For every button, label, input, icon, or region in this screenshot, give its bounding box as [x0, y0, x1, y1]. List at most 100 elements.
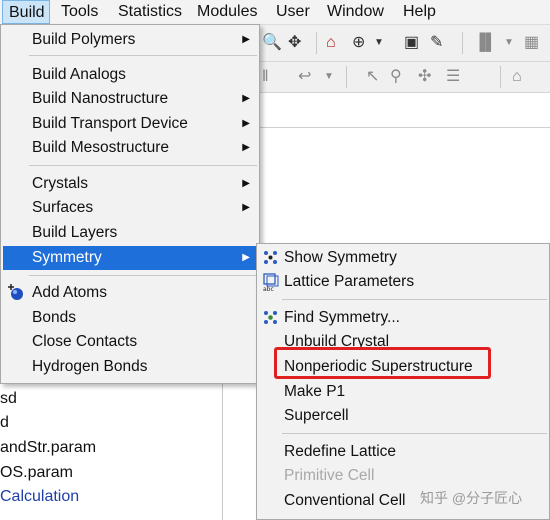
- submenu-arrow-icon: ▶: [242, 142, 250, 153]
- menu-separator: [282, 299, 547, 300]
- toolbar-separator: [346, 66, 347, 88]
- menu-separator: [29, 275, 257, 276]
- toolbar-separator: [500, 66, 501, 88]
- submenu-arrow-icon: ▶: [242, 202, 250, 213]
- menu-item-label: Show Symmetry: [284, 249, 397, 266]
- menu-item-label: Build Analogs: [32, 66, 126, 83]
- annotation-highlight-box: [274, 347, 491, 379]
- menu-item-hydrogen-bonds[interactable]: Hydrogen Bonds: [1, 355, 259, 379]
- menu-item-label: Redefine Lattice: [284, 443, 397, 460]
- project-file[interactable]: d: [0, 414, 9, 432]
- menu-separator: [29, 165, 257, 166]
- menu-statistics[interactable]: Statistics: [118, 0, 182, 24]
- chevron-down-icon[interactable]: ▼: [324, 67, 334, 87]
- rotate-icon[interactable]: ⊕: [352, 33, 365, 53]
- home-icon[interactable]: ⌂: [326, 33, 336, 53]
- project-file[interactable]: OS.param: [0, 464, 73, 482]
- menu-item-bonds[interactable]: Bonds: [1, 306, 259, 330]
- menu-item-show-symmetry[interactable]: Show Symmetry: [257, 246, 549, 270]
- menu-item-build-nanostructure[interactable]: Build Nanostructure ▶: [1, 87, 259, 111]
- menu-item-label: Make P1: [284, 383, 346, 400]
- chevron-down-icon[interactable]: ▼: [504, 33, 514, 53]
- menu-item-lattice-parameters[interactable]: abc Lattice Parameters: [257, 270, 549, 294]
- columns-icon[interactable]: ‖: [262, 67, 269, 87]
- home-icon[interactable]: ⌂: [512, 67, 522, 87]
- menu-item-label: Supercell: [284, 407, 349, 424]
- chart-icon[interactable]: ▐▌: [474, 33, 497, 53]
- menu-modules[interactable]: Modules: [197, 0, 257, 24]
- menu-item-label: Build Transport Device: [32, 115, 188, 132]
- submenu-arrow-icon: ▶: [242, 93, 250, 104]
- menu-item-crystals[interactable]: Crystals ▶: [1, 172, 259, 196]
- menu-item-label: Primitive Cell: [284, 467, 375, 484]
- toolbar-top: 🔍 ✥ ⌂ ⊕ ▼ ▣ ✎ ▐▌ ▼ ▦: [258, 25, 550, 62]
- menu-item-supercell[interactable]: Supercell: [257, 404, 549, 428]
- menu-separator: [282, 433, 547, 434]
- watermark-text: 知乎 @分子匠心: [420, 490, 523, 506]
- submenu-arrow-icon: ▶: [242, 178, 250, 189]
- submenu-arrow-icon: ▶: [242, 118, 250, 129]
- menu-item-close-contacts[interactable]: Close Contacts: [1, 330, 259, 354]
- project-panel: sd d andStr.param OS.param Calculation: [0, 380, 223, 520]
- properties-icon[interactable]: ✎: [430, 33, 443, 53]
- pan-icon[interactable]: ✥: [288, 33, 301, 53]
- menu-help[interactable]: Help: [403, 0, 436, 24]
- grid-icon[interactable]: ▦: [524, 33, 539, 53]
- menu-item-redefine-lattice[interactable]: Redefine Lattice: [257, 440, 549, 464]
- menu-item-label: Symmetry: [32, 249, 102, 266]
- menu-item-build-transport-device[interactable]: Build Transport Device ▶: [1, 112, 259, 136]
- menu-item-label: Lattice Parameters: [284, 273, 415, 290]
- menu-item-surfaces[interactable]: Surfaces ▶: [1, 196, 259, 220]
- chevron-down-icon[interactable]: ▼: [374, 33, 384, 53]
- menu-item-label: Build Nanostructure: [32, 90, 169, 107]
- project-file[interactable]: sd: [0, 390, 17, 408]
- menu-item-label: Build Layers: [32, 224, 118, 241]
- zoom-icon[interactable]: ⚲: [390, 67, 402, 87]
- move-icon[interactable]: ↩: [298, 67, 311, 87]
- menu-item-label: Add Atoms: [32, 284, 107, 301]
- menu-item-build-polymers[interactable]: Build Polymers ▶: [1, 28, 259, 52]
- toolbar-second: ‖ ↩ ▼ ↖ ⚲ ✣ ☰ ⌂: [258, 62, 550, 93]
- menu-bar: Build Tools Statistics Modules User Wind…: [0, 0, 550, 25]
- zoom-icon[interactable]: 🔍: [262, 33, 282, 53]
- svg-text:abc: abc: [263, 286, 274, 292]
- menu-item-label: Build Mesostructure: [32, 139, 169, 156]
- project-file[interactable]: Calculation: [0, 488, 79, 506]
- menu-item-build-layers[interactable]: Build Layers: [1, 221, 259, 245]
- document-tab-strip: [258, 93, 550, 128]
- toolbar-separator: [462, 32, 463, 54]
- menu-separator: [29, 55, 257, 56]
- menu-item-find-symmetry[interactable]: Find Symmetry...: [257, 306, 549, 330]
- symmetry-dots-icon: [262, 248, 280, 268]
- menu-item-label: Bonds: [32, 309, 76, 326]
- align-icon[interactable]: ☰: [446, 67, 460, 87]
- build-menu: Build Polymers ▶ Build Analogs Build Nan…: [0, 24, 260, 384]
- select-arrow-icon[interactable]: ↖: [366, 67, 379, 87]
- menu-item-build-analogs[interactable]: Build Analogs: [1, 63, 259, 87]
- menu-item-label: Close Contacts: [32, 333, 138, 350]
- symmetry-submenu: Show Symmetry abc Lattice Parameters Fin…: [256, 243, 550, 520]
- menu-build[interactable]: Build: [2, 0, 50, 24]
- find-symmetry-icon: [262, 308, 280, 328]
- menu-item-label: Surfaces: [32, 199, 94, 216]
- project-file[interactable]: andStr.param: [0, 439, 96, 457]
- menu-item-label: Build Polymers: [32, 31, 136, 48]
- menu-item-label: Hydrogen Bonds: [32, 358, 148, 375]
- menu-tools[interactable]: Tools: [61, 0, 98, 24]
- menu-user[interactable]: User: [276, 0, 310, 24]
- menu-item-label: Find Symmetry...: [284, 309, 400, 326]
- lattice-abc-icon: abc: [262, 272, 280, 293]
- menu-item-label: Crystals: [32, 175, 88, 192]
- menu-item-primitive-cell: Primitive Cell: [257, 464, 549, 488]
- menu-item-add-atoms[interactable]: Add Atoms: [1, 281, 259, 305]
- translate-icon[interactable]: ✣: [418, 67, 431, 87]
- add-atom-icon: [6, 283, 24, 303]
- fit-icon[interactable]: ▣: [404, 33, 419, 53]
- toolbar-separator: [316, 32, 317, 54]
- menu-item-build-mesostructure[interactable]: Build Mesostructure ▶: [1, 136, 259, 160]
- submenu-arrow-icon: ▶: [242, 34, 250, 45]
- submenu-arrow-icon: ▶: [242, 252, 250, 263]
- menu-item-make-p1[interactable]: Make P1: [257, 380, 549, 404]
- menu-item-symmetry[interactable]: Symmetry ▶: [3, 246, 257, 270]
- menu-window[interactable]: Window: [327, 0, 384, 24]
